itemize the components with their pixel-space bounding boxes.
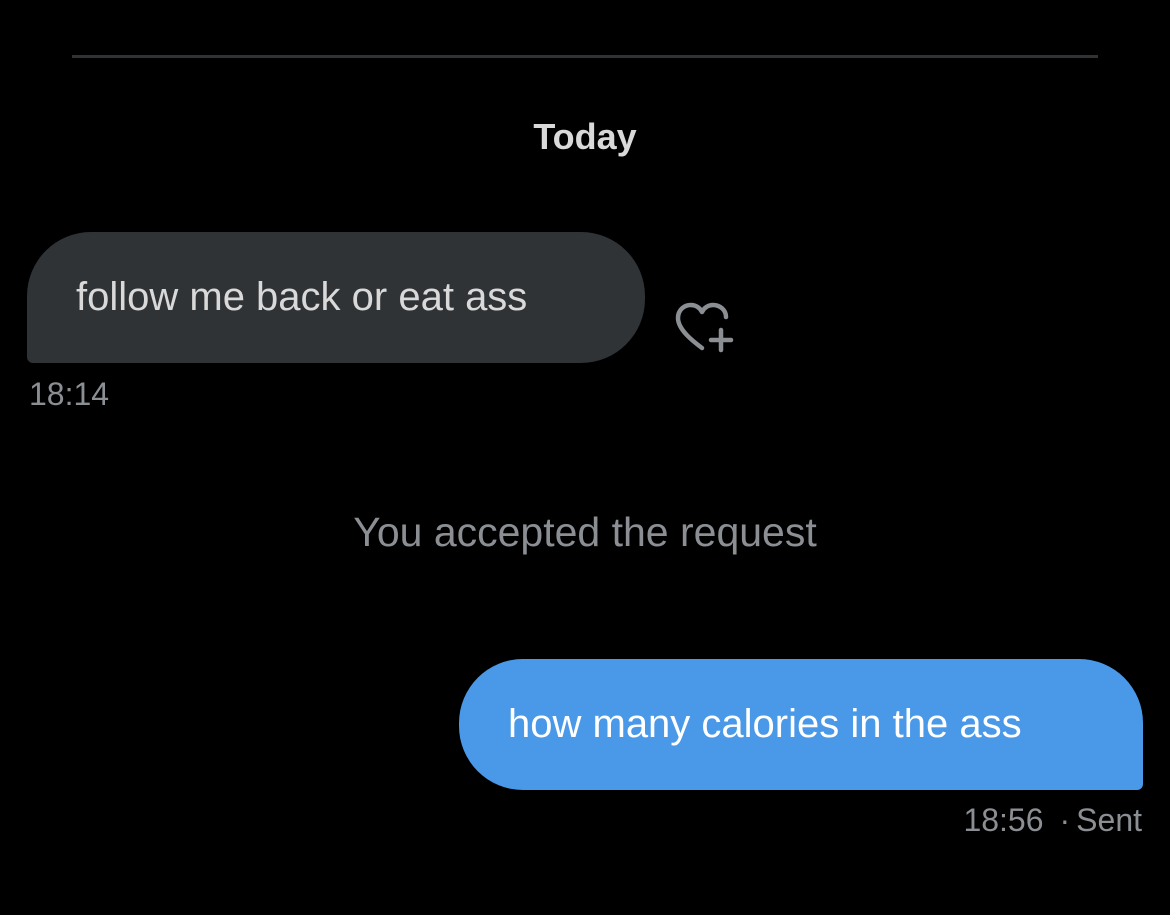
date-separator-label: Today [533,116,637,157]
system-message: You accepted the request [353,509,817,555]
received-message-text: follow me back or eat ass [76,275,528,319]
sent-message-text: how many calories in the ass [508,702,1022,746]
heart-plus-icon[interactable] [672,300,738,356]
sent-message-timestamp: 18:56 [963,802,1044,838]
sent-status-label: Sent [1076,802,1142,838]
received-message-timestamp: 18:14 [29,376,110,412]
sent-message-meta: 18:56 · Sent [963,802,1142,839]
meta-separator: · [1059,802,1071,838]
heart-plus-icon-graphic [675,302,734,353]
received-message-bubble[interactable]: follow me back or eat ass [27,232,645,363]
sent-message-bubble[interactable]: how many calories in the ass [459,659,1143,790]
top-divider [72,55,1098,58]
